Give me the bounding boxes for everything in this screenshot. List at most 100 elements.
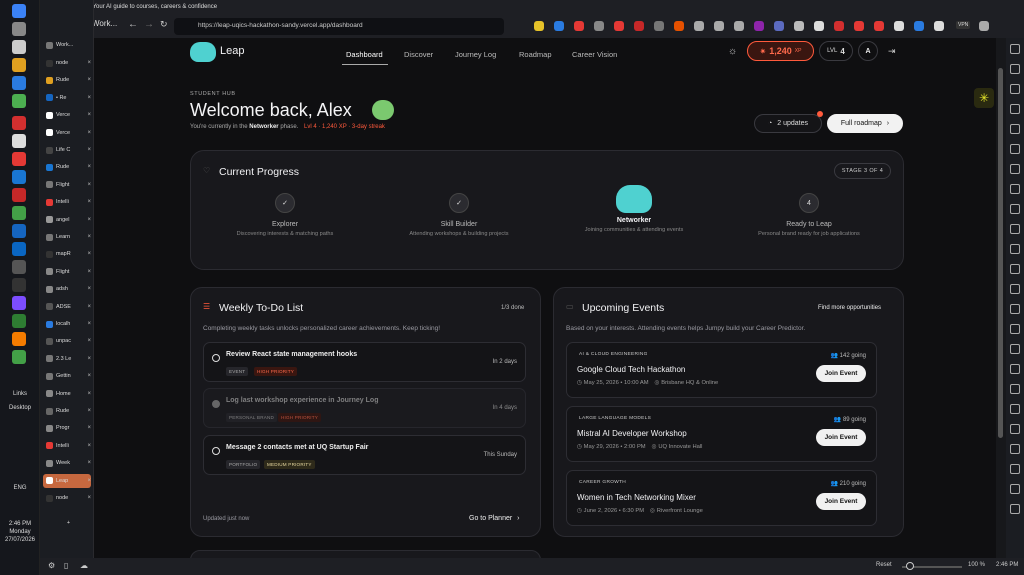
close-icon[interactable]: × (87, 425, 91, 431)
leap-logo-icon[interactable] (190, 42, 216, 62)
vivaldi-icon[interactable] (12, 116, 26, 130)
extension-icon[interactable] (594, 21, 604, 31)
close-icon[interactable]: × (87, 304, 91, 310)
todo-item[interactable]: Review React state management hooks In 2… (203, 342, 526, 382)
extension-icon[interactable] (694, 21, 704, 31)
extension-icon[interactable] (534, 21, 544, 31)
assistant-widget-icon[interactable]: ✳ (974, 88, 994, 108)
sidebar-tab-5[interactable]: Life C × (43, 143, 91, 157)
sidebar-tab-3[interactable]: Verce × (43, 108, 91, 122)
sidebar-tab-16[interactable]: unpac × (43, 334, 91, 348)
sidebar-tab-25[interactable]: node × (43, 491, 91, 505)
close-icon[interactable]: × (87, 356, 91, 362)
close-icon[interactable]: × (87, 217, 91, 223)
extension-icon[interactable] (854, 21, 864, 31)
nav-journey-log[interactable]: Journey Log (455, 50, 496, 59)
side-panel-icon[interactable] (1010, 104, 1020, 114)
side-panel-icon[interactable] (1010, 204, 1020, 214)
close-icon[interactable]: × (87, 112, 91, 118)
close-icon[interactable]: × (87, 443, 91, 449)
sidebar-tab-1[interactable]: Rude × (43, 73, 91, 87)
app-icon[interactable] (12, 152, 26, 166)
sidebar-tab-13[interactable]: adsh × (43, 282, 91, 296)
linkedin-icon[interactable] (12, 242, 26, 256)
side-panel-icon[interactable] (1010, 504, 1020, 514)
extension-icon[interactable] (894, 21, 904, 31)
sidebar-tab-20[interactable]: Rude × (43, 404, 91, 418)
app-icon[interactable] (12, 40, 26, 54)
side-panel-icon[interactable] (1010, 284, 1020, 294)
nav-career-vision[interactable]: Career Vision (572, 50, 617, 59)
close-icon[interactable]: × (87, 60, 91, 66)
theme-toggle-icon[interactable]: ☼ (728, 46, 737, 57)
extension-icon[interactable] (754, 21, 764, 31)
extension-icon[interactable] (874, 21, 884, 31)
zoom-slider-handle[interactable] (906, 562, 914, 570)
close-icon[interactable]: × (87, 460, 91, 466)
close-icon[interactable]: × (87, 338, 91, 344)
extension-icon[interactable] (574, 21, 584, 31)
app-icon[interactable] (12, 224, 26, 238)
desktop-label[interactable]: Desktop (0, 404, 40, 412)
brand-name[interactable]: Leap (220, 45, 244, 57)
close-icon[interactable]: × (87, 95, 91, 101)
side-panel-icon[interactable] (1010, 424, 1020, 434)
checked-checkbox-icon[interactable] (212, 400, 220, 408)
close-icon[interactable]: × (87, 286, 91, 292)
checkbox-icon[interactable] (212, 354, 220, 362)
sidebar-tab-21[interactable]: Progr × (43, 421, 91, 435)
extension-icon[interactable] (674, 21, 684, 31)
full-roadmap-button[interactable]: Full roadmap › (827, 114, 903, 133)
sidebar-tab-19[interactable]: Home × (43, 387, 91, 401)
cloud-icon[interactable]: ☁ (80, 561, 88, 570)
sidebar-tab-8[interactable]: Intelli × (43, 195, 91, 209)
app-icon[interactable] (12, 278, 26, 292)
find-more-link[interactable]: Find more opportunities (818, 305, 881, 311)
event-card[interactable]: CAREER GROWTH Women in Tech Networking M… (566, 470, 877, 526)
side-panel-icon[interactable] (1010, 84, 1020, 94)
side-panel-icon[interactable] (1010, 264, 1020, 274)
checkbox-icon[interactable] (212, 447, 220, 455)
app-icon[interactable] (12, 206, 26, 220)
sidebar-tab-9[interactable]: angel × (43, 213, 91, 227)
extension-icon[interactable] (914, 21, 924, 31)
extension-icon[interactable] (774, 21, 784, 31)
extension-icon[interactable] (934, 21, 944, 31)
new-tab-plus-icon[interactable]: + (43, 516, 91, 530)
avatar[interactable]: A (858, 41, 878, 61)
close-icon[interactable]: × (87, 373, 91, 379)
reload-icon[interactable]: ↻ (160, 19, 168, 30)
extension-icon[interactable] (614, 21, 624, 31)
close-icon[interactable]: × (87, 391, 91, 397)
scroll-thumb[interactable] (998, 68, 1003, 438)
workspace-label[interactable]: Work... (92, 19, 117, 28)
language-label[interactable]: ENG (0, 484, 40, 492)
level-badge[interactable]: LVL 4 (819, 41, 853, 61)
side-panel-icon[interactable] (1010, 324, 1020, 334)
nav-discover[interactable]: Discover (404, 50, 433, 59)
stage-explorer[interactable]: ✓ Explorer Discovering interests & match… (215, 193, 355, 238)
sidebar-tab-11[interactable]: mapR × (43, 247, 91, 261)
sidebar-tab-18[interactable]: Gettin × (43, 369, 91, 383)
sidebar-tab-17[interactable]: 2.3 Le × (43, 352, 91, 366)
forward-icon[interactable]: → (144, 19, 154, 30)
extension-icon[interactable] (979, 21, 989, 31)
app-icon[interactable] (12, 296, 26, 310)
close-icon[interactable]: × (87, 130, 91, 136)
extension-icon[interactable] (554, 21, 564, 31)
sidebar-tab-15[interactable]: localh × (43, 317, 91, 331)
page-scrollbar[interactable] (996, 38, 1006, 558)
nav-roadmap[interactable]: Roadmap (519, 50, 552, 59)
side-panel-icon[interactable] (1010, 444, 1020, 454)
zoom-reset[interactable]: Reset (876, 562, 892, 568)
sidebar-tab-23[interactable]: Week × (43, 456, 91, 470)
extension-icon[interactable] (794, 21, 804, 31)
vpn-badge[interactable]: VPN (956, 21, 971, 29)
xp-badge[interactable]: ✷ 1,240 XP (747, 41, 814, 61)
app-icon[interactable] (12, 260, 26, 274)
side-panel-icon[interactable] (1010, 184, 1020, 194)
todo-item[interactable]: Message 2 contacts met at UQ Startup Fai… (203, 435, 526, 475)
extension-icon[interactable] (714, 21, 724, 31)
event-card[interactable]: AI & CLOUD ENGINEERING Google Cloud Tech… (566, 342, 877, 398)
start-icon[interactable] (12, 4, 26, 18)
